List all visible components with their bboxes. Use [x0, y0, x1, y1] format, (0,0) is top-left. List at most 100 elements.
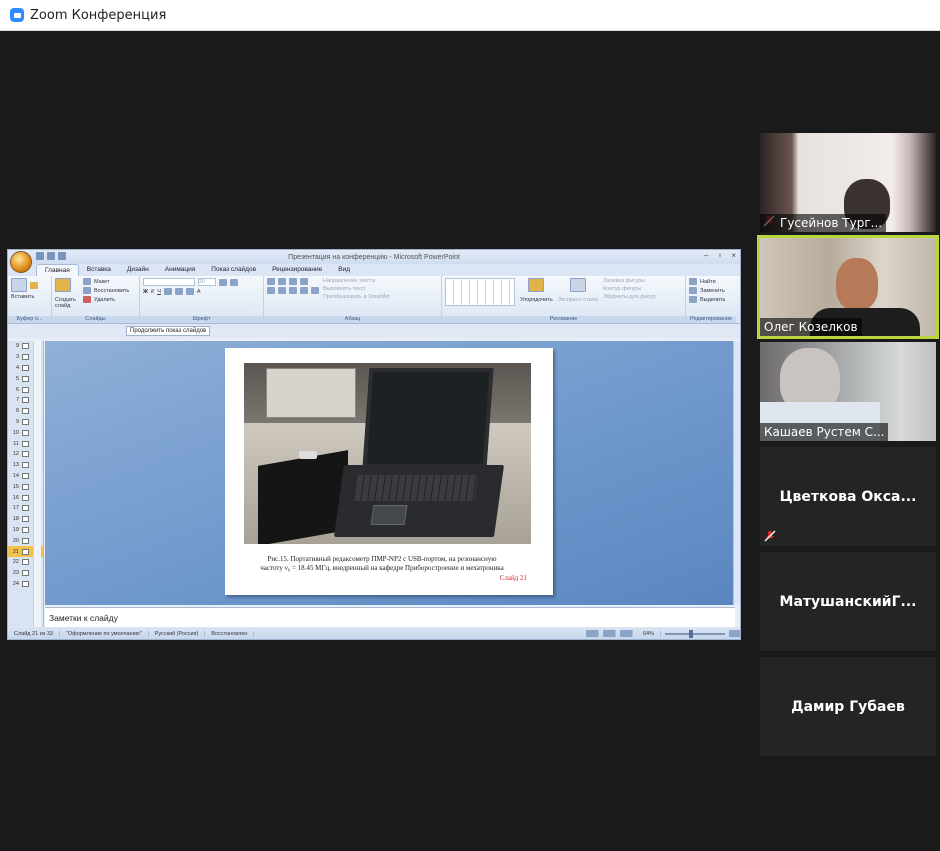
restore-icon[interactable]: ▫: [718, 251, 721, 260]
text-direction-button[interactable]: Направление текста: [323, 278, 390, 284]
columns-icon[interactable]: [311, 287, 319, 294]
spacing-icon[interactable]: [185, 288, 194, 295]
powerpoint-window-controls: – ▫ ×: [704, 251, 736, 260]
group-editing: Найти Заменить Выделить Редактирование: [686, 276, 736, 323]
slides-scrollbar[interactable]: [33, 341, 41, 627]
shape-fill-button[interactable]: Заливка фигуры: [603, 278, 656, 284]
numbering-icon[interactable]: [278, 278, 286, 285]
minimize-icon[interactable]: –: [704, 251, 708, 260]
group-label-slides: Слайды: [52, 316, 139, 323]
new-slide-button[interactable]: Создать слайд: [55, 297, 79, 309]
slide-caption: Рис.15. Портативный редаксометр ПМР-NP2 …: [260, 555, 504, 572]
tab-view[interactable]: Вид: [330, 264, 358, 276]
replace-icon: [689, 287, 697, 294]
fit-window-icon[interactable]: [729, 630, 740, 637]
font-color-icon[interactable]: A: [197, 289, 201, 295]
arrange-button[interactable]: Упорядочить: [520, 297, 553, 303]
slideshow-view-icon[interactable]: [619, 630, 633, 637]
notes-pane[interactable]: Заметки к слайду: [45, 607, 735, 627]
paste-icon[interactable]: [11, 278, 27, 292]
redo-icon[interactable]: [58, 252, 66, 260]
mic-muted-icon: [764, 530, 776, 542]
participant-tile[interactable]: Дамир Губаев: [760, 657, 936, 756]
reset-icon: [83, 287, 91, 294]
sorter-view-icon[interactable]: [602, 630, 616, 637]
shrink-font-icon[interactable]: [230, 278, 238, 286]
group-label-editing: Редактирование: [686, 316, 736, 323]
new-slide-icon[interactable]: [55, 278, 71, 292]
command-bar: Продолжить показ слайдов: [8, 324, 740, 338]
delete-button[interactable]: Удалить: [94, 297, 115, 303]
align-text-button[interactable]: Выровнять текст: [323, 286, 390, 292]
zoom-level[interactable]: 64%: [637, 630, 661, 637]
continue-slideshow-button[interactable]: Продолжить показ слайдов: [126, 326, 211, 336]
shadow-icon[interactable]: [174, 288, 183, 295]
close-icon[interactable]: ×: [731, 251, 736, 260]
slide-counter: Слайд 21 из 33: [8, 630, 60, 637]
tab-insert[interactable]: Вставка: [79, 264, 119, 276]
undo-icon[interactable]: [47, 252, 55, 260]
language[interactable]: Русский (Россия): [149, 630, 206, 637]
zoom-slider[interactable]: [665, 629, 725, 638]
group-label-paragraph: Абзац: [264, 316, 441, 323]
save-icon[interactable]: [36, 252, 44, 260]
align-left-icon[interactable]: [267, 287, 275, 294]
strike-icon[interactable]: [163, 288, 172, 295]
group-drawing: Упорядочить Экспресс-стили Заливка фигур…: [442, 276, 686, 323]
smartart-button[interactable]: Преобразовать в SmartArt: [323, 294, 390, 300]
italic-icon[interactable]: К: [151, 289, 154, 295]
slide-editor-canvas: Рис.15. Портативный редаксометр ПМР-NP2 …: [45, 341, 735, 605]
quick-styles-icon: [569, 278, 586, 292]
shape-outline-button[interactable]: Контур фигуры: [603, 286, 656, 292]
align-right-icon[interactable]: [289, 287, 297, 294]
bold-icon[interactable]: Ж: [143, 289, 148, 295]
participant-tile[interactable]: Цветкова Окса...: [760, 447, 936, 546]
participant-tile[interactable]: Кашаев Рустем С...: [760, 342, 936, 441]
grow-font-icon[interactable]: [219, 278, 227, 286]
tab-review[interactable]: Рецензирование: [264, 264, 330, 276]
font-size-select[interactable]: 20: [198, 278, 216, 286]
slides-pane: 9 3 4 5 6 7 8 9 10 11 12 13 14 15 16 17 …: [8, 341, 44, 627]
window-title: Zoom Конференция: [30, 7, 167, 23]
reset-button[interactable]: Восстановить: [94, 288, 129, 294]
group-label-drawing: Рисование: [442, 316, 685, 323]
quick-access-toolbar: [36, 252, 66, 260]
powerpoint-window-title: Презентация на конференцию - Microsoft P…: [288, 253, 460, 261]
shapes-gallery[interactable]: [445, 278, 515, 306]
tab-animation[interactable]: Анимация: [157, 264, 204, 276]
participant-tile-active-speaker[interactable]: Олег Козелков: [757, 235, 939, 339]
participant-name: Гусейнов Тург...: [760, 214, 887, 232]
replace-button[interactable]: Заменить: [700, 288, 725, 294]
justify-icon[interactable]: [300, 287, 308, 294]
paste-button[interactable]: Вставить: [11, 294, 48, 300]
tab-design[interactable]: Дизайн: [119, 264, 157, 276]
tab-home[interactable]: Главная: [36, 264, 79, 276]
participant-tile[interactable]: Гусейнов Тург...: [760, 133, 936, 232]
slide[interactable]: Рис.15. Портативный редаксометр ПМР-NP2 …: [225, 348, 553, 595]
group-label-font: Шрифт: [140, 316, 263, 323]
select-button[interactable]: Выделить: [700, 297, 725, 303]
participant-tile[interactable]: МатушанскийГ...: [760, 552, 936, 651]
align-center-icon[interactable]: [278, 287, 286, 294]
office-orb-icon[interactable]: [10, 251, 32, 273]
quick-styles-button[interactable]: Экспресс-стили: [558, 297, 598, 303]
underline-icon[interactable]: Ч: [157, 289, 161, 295]
cut-icon[interactable]: [30, 281, 38, 289]
theme-name: "Оформление по умолчанию": [60, 630, 149, 637]
bullets-icon[interactable]: [267, 278, 275, 285]
select-icon: [689, 296, 697, 303]
editor-scrollbar[interactable]: [733, 341, 740, 605]
font-family-select[interactable]: [143, 278, 195, 286]
tab-slideshow[interactable]: Показ слайдов: [203, 264, 264, 276]
ribbon: Вставить Буфер о... Создать слайд Макет …: [8, 276, 740, 324]
find-button[interactable]: Найти: [700, 279, 716, 285]
slide-photo: [244, 363, 531, 544]
ribbon-tabs: Главная Вставка Дизайн Анимация Показ сл…: [8, 264, 740, 276]
normal-view-icon[interactable]: [585, 630, 599, 637]
shape-effects-button[interactable]: Эффекты для фигур: [603, 294, 656, 300]
line-spacing-icon[interactable]: [300, 278, 308, 285]
powerpoint-statusbar: Слайд 21 из 33 "Оформление по умолчанию"…: [8, 627, 740, 639]
indent-icon[interactable]: [289, 278, 297, 285]
layout-button[interactable]: Макет: [94, 279, 110, 285]
layout-icon: [83, 278, 91, 285]
